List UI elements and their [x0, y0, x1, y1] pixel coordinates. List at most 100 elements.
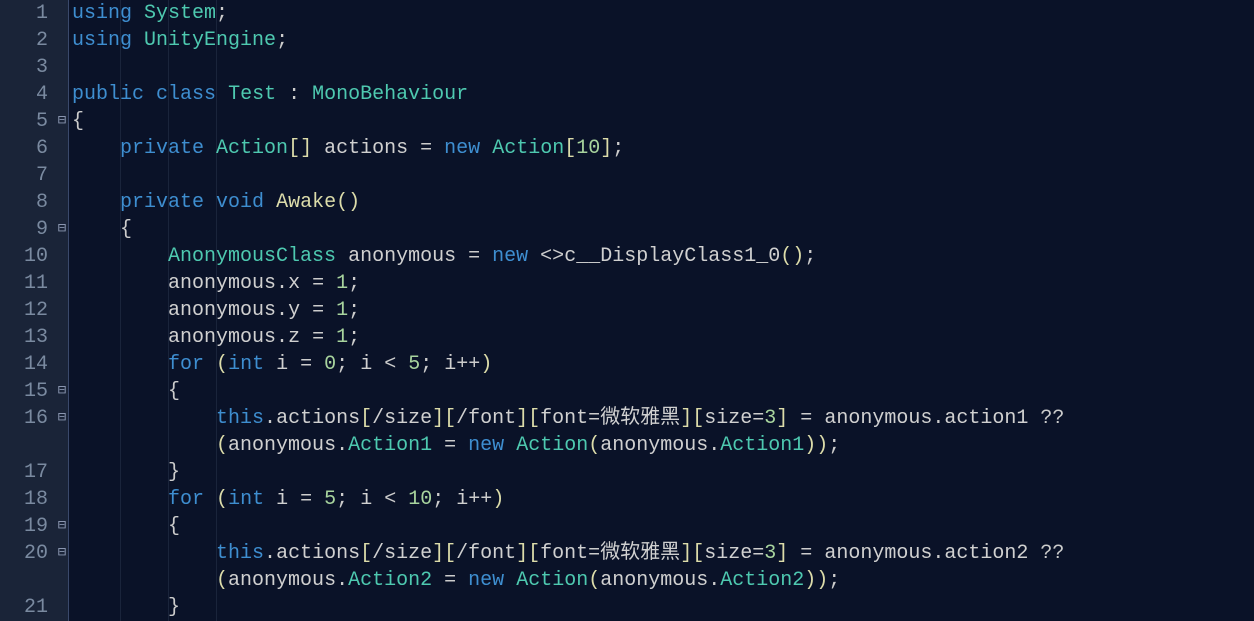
fold-marker[interactable]: ⊟	[56, 405, 68, 432]
code-line[interactable]: private void Awake()	[72, 189, 1254, 216]
code-line[interactable]: this.actions[/size][/font][font=微软雅黑][si…	[72, 405, 1254, 432]
code-token: i	[444, 353, 456, 376]
line-number: 20	[0, 540, 48, 567]
code-token	[72, 434, 216, 457]
fold-marker	[56, 189, 68, 216]
code-token	[264, 488, 276, 511]
code-token: ;	[804, 245, 816, 268]
code-line[interactable]: for (int i = 0; i < 5; i++)	[72, 351, 1254, 378]
code-token: System	[144, 2, 216, 25]
code-token: using	[72, 2, 132, 25]
code-line[interactable]: anonymous.z = 1;	[72, 324, 1254, 351]
fold-marker	[56, 594, 68, 621]
code-token: =	[800, 407, 812, 430]
code-line[interactable]: }	[72, 594, 1254, 621]
code-token: Action	[516, 569, 588, 592]
code-token: private	[120, 191, 204, 214]
code-line[interactable]: private Action[] actions = new Action[10…	[72, 135, 1254, 162]
code-line[interactable]: anonymous.x = 1;	[72, 270, 1254, 297]
code-line[interactable]: (anonymous.Action2 = new Action(anonymou…	[72, 567, 1254, 594]
code-token: 3	[764, 542, 776, 565]
code-line[interactable]	[72, 162, 1254, 189]
code-token: UnityEngine	[144, 29, 276, 52]
fold-marker	[56, 0, 68, 27]
line-number: 9	[0, 216, 48, 243]
code-token	[504, 569, 516, 592]
code-token	[456, 434, 468, 457]
code-token	[300, 272, 312, 295]
code-token	[132, 2, 144, 25]
code-token: (	[216, 569, 228, 592]
fold-marker	[56, 270, 68, 297]
code-token	[216, 83, 228, 106]
code-token: this	[216, 542, 264, 565]
line-number: 21	[0, 594, 48, 621]
code-token: {	[72, 110, 84, 133]
line-number: 2	[0, 27, 48, 54]
code-token	[300, 83, 312, 106]
code-token: i	[456, 488, 468, 511]
fold-marker[interactable]: ⊟	[56, 513, 68, 540]
code-token: int	[228, 488, 264, 511]
code-token	[432, 137, 444, 160]
code-token: 10	[576, 137, 600, 160]
code-token: =	[588, 407, 600, 430]
code-line[interactable]: for (int i = 5; i < 10; i++)	[72, 486, 1254, 513]
code-token: <	[384, 488, 396, 511]
code-editor-area[interactable]: using System;using UnityEngine;public cl…	[68, 0, 1254, 621]
code-token: this	[216, 407, 264, 430]
fold-marker	[56, 432, 68, 459]
code-token	[132, 29, 144, 52]
code-line[interactable]: {	[72, 108, 1254, 135]
code-line[interactable]: public class Test : MonoBehaviour	[72, 81, 1254, 108]
code-token	[204, 191, 216, 214]
fold-marker[interactable]: ⊟	[56, 216, 68, 243]
code-token	[144, 83, 156, 106]
code-token: anonymous	[168, 272, 276, 295]
code-line[interactable]: using System;	[72, 0, 1254, 27]
line-number: 13	[0, 324, 48, 351]
code-token: action1	[944, 407, 1028, 430]
fold-marker[interactable]: ⊟	[56, 378, 68, 405]
code-token: {	[120, 218, 132, 241]
line-number: 15	[0, 378, 48, 405]
code-line[interactable]	[72, 54, 1254, 81]
line-number: 1	[0, 0, 48, 27]
code-line[interactable]: {	[72, 216, 1254, 243]
code-token: [	[564, 137, 576, 160]
fold-marker	[56, 459, 68, 486]
code-token: .	[336, 569, 348, 592]
code-token: new	[468, 569, 504, 592]
code-token: int	[228, 353, 264, 376]
code-token: 3	[764, 407, 776, 430]
line-number: 4	[0, 81, 48, 108]
code-token: Action1	[720, 434, 804, 457]
code-token	[72, 542, 216, 565]
fold-marker[interactable]: ⊟	[56, 108, 68, 135]
code-token: ++	[456, 353, 480, 376]
code-line[interactable]: {	[72, 513, 1254, 540]
fold-marker[interactable]: ⊟	[56, 540, 68, 567]
code-token: ][	[432, 407, 456, 430]
code-token	[812, 407, 824, 430]
code-line[interactable]: anonymous.y = 1;	[72, 297, 1254, 324]
code-token	[204, 137, 216, 160]
code-line[interactable]: this.actions[/size][/font][font=微软雅黑][si…	[72, 540, 1254, 567]
code-line[interactable]: using UnityEngine;	[72, 27, 1254, 54]
code-token	[72, 191, 120, 214]
fold-marker	[56, 162, 68, 189]
code-token: ;	[348, 299, 360, 322]
code-token: ;	[276, 29, 288, 52]
code-token: font	[540, 542, 588, 565]
code-token	[300, 326, 312, 349]
code-line[interactable]: (anonymous.Action1 = new Action(anonymou…	[72, 432, 1254, 459]
code-token: actions	[276, 407, 360, 430]
code-line[interactable]: }	[72, 459, 1254, 486]
code-token: 5	[408, 353, 420, 376]
code-token: x	[288, 272, 300, 295]
code-line[interactable]: AnonymousClass anonymous = new <>c__Disp…	[72, 243, 1254, 270]
code-line[interactable]: {	[72, 378, 1254, 405]
code-token: (	[216, 353, 228, 376]
code-token: ;	[828, 569, 840, 592]
code-token: 5	[324, 488, 336, 511]
